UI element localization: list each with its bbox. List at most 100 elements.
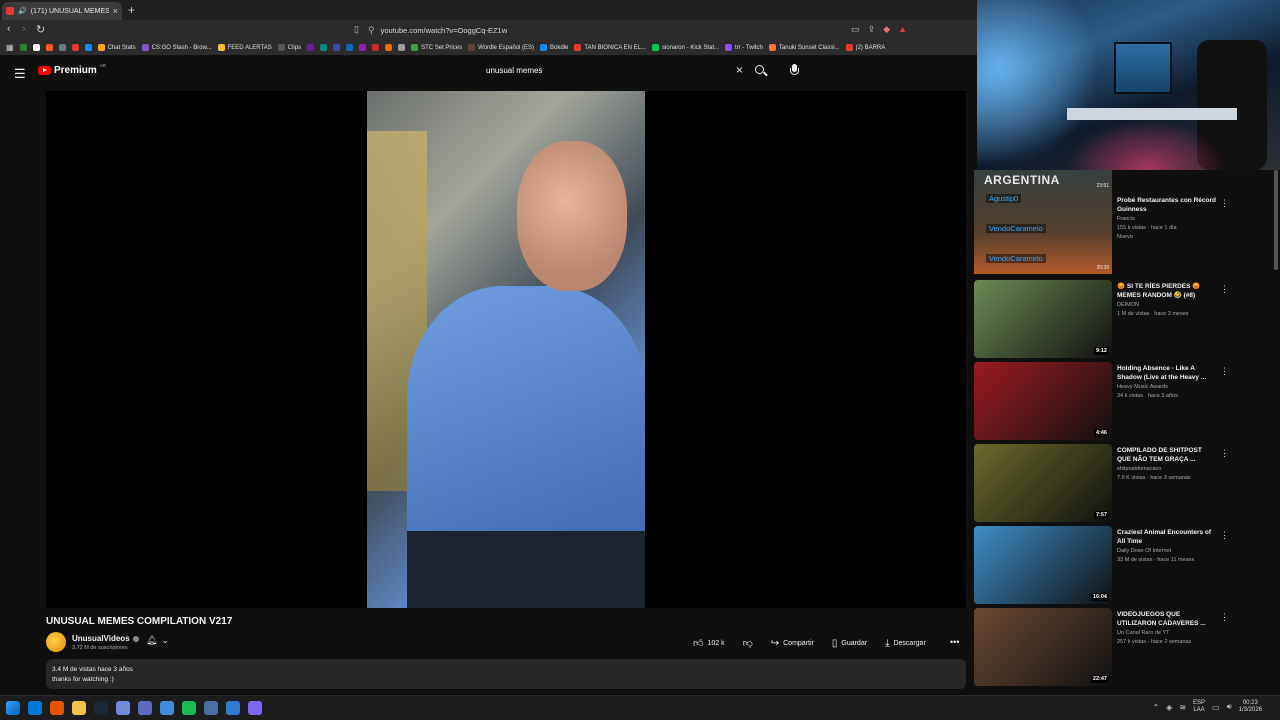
bookmark-item[interactable]: Tanuki Sunset Classi... — [768, 44, 840, 51]
recommended-channel[interactable]: Francis — [1117, 216, 1227, 222]
recommended-channel[interactable]: Heavy Music Awards — [1117, 384, 1227, 390]
bookmark-item[interactable] — [45, 44, 53, 51]
bookmark-item[interactable] — [333, 44, 341, 51]
recommended-channel[interactable]: Daily Dose Of Internet — [1117, 548, 1227, 554]
back-icon[interactable]: ‹ — [7, 23, 11, 35]
recommended-video-title[interactable]: 😡 SI TE RÍES PIERDES 😡 MEMES RANDOM 🤣 (#… — [1117, 282, 1217, 300]
bookmark-item[interactable] — [84, 44, 92, 51]
bookmark-item[interactable]: (2) BARRA — [845, 44, 885, 51]
share-button[interactable]: ↪ Compartir — [764, 634, 821, 652]
video-thumbnail[interactable]: 9:12 — [974, 280, 1112, 358]
video-thumbnail[interactable]: 7:57 — [974, 444, 1112, 522]
taskbar-app-icon[interactable] — [248, 701, 262, 715]
video-thumbnail[interactable]: 4:46 — [974, 362, 1112, 440]
display-icon[interactable]: ▭ — [1212, 703, 1220, 712]
menu-icon[interactable]: ☰ — [14, 66, 26, 82]
recommended-video-title[interactable]: Probé Restaurantes con Récord Guinness — [1117, 196, 1217, 214]
recommended-video[interactable]: 4:46 Holding Absence - Like A Shadow (Liv… — [974, 362, 1272, 440]
more-options-icon[interactable]: ⋮ — [1220, 284, 1229, 295]
windows-start-icon[interactable] — [6, 701, 20, 715]
clock[interactable]: 00:23 1/3/2026 — [1239, 700, 1262, 714]
site-info-icon[interactable]: ⚲ — [368, 25, 375, 36]
bookmark-item[interactable]: Clips — [277, 44, 301, 51]
recommended-video[interactable]: 9:12 😡 SI TE RÍES PIERDES 😡 MEMES RANDOM … — [974, 280, 1272, 358]
channel-avatar[interactable] — [46, 632, 66, 652]
bookmark-item[interactable] — [398, 44, 406, 51]
bookmark-item[interactable] — [307, 44, 315, 51]
bookmark-icon[interactable]: ▯ — [354, 24, 359, 35]
channel-name[interactable]: UnusualVideos — [72, 634, 139, 643]
video-thumbnail[interactable]: 16:04 — [974, 526, 1112, 604]
taskbar-app-icon[interactable] — [50, 701, 64, 715]
volume-icon[interactable]: 🔊︎ — [1227, 702, 1232, 712]
notifications-button[interactable]: 🔔︎ ⌄ — [146, 635, 169, 646]
bookmark-item[interactable] — [19, 44, 27, 51]
language-indicator[interactable]: ESP LAA — [1193, 700, 1205, 714]
recommended-video[interactable]: Probé Restaurantes con Récord Guinness Fr… — [974, 194, 1272, 272]
recommended-video-title[interactable]: VIDEOJUEGOS QUE UTILIZARON CADAVERES ... — [1117, 610, 1217, 628]
more-options-icon[interactable]: ⋮ — [1220, 612, 1229, 623]
search-input[interactable]: unusual memes × — [477, 61, 747, 80]
bookmark-item[interactable]: STC Set Prices — [411, 44, 462, 51]
sidebar-scrollbar[interactable] — [1274, 170, 1278, 270]
more-actions-icon[interactable]: ••• — [950, 637, 959, 647]
share-icon[interactable]: ⇪ — [868, 24, 876, 35]
youtube-logo[interactable]: Premium AR — [38, 63, 106, 76]
download-button[interactable]: ⤓ Descargar — [878, 634, 933, 652]
microphone-icon[interactable] — [790, 64, 799, 78]
taskbar-app-icon[interactable] — [116, 701, 130, 715]
alert-icon[interactable]: ▲ — [898, 24, 907, 35]
bookmark-item[interactable] — [320, 44, 328, 51]
bookmark-item[interactable]: CS:GO Stash - Brow... — [141, 44, 212, 51]
bookmark-item[interactable] — [359, 44, 367, 51]
bookmark-item[interactable]: Chat Stats — [97, 44, 136, 51]
recommended-video[interactable]: 22:47 VIDEOJUEGOS QUE UTILIZARON CADAVERE… — [974, 608, 1272, 686]
taskbar-app-icon[interactable] — [94, 701, 108, 715]
chevron-up-icon[interactable]: ⌃ — [1152, 703, 1159, 712]
dislike-button[interactable]: 👎︎ — [736, 634, 760, 652]
taskbar-app-icon[interactable] — [28, 701, 42, 715]
network-icon[interactable]: ◈ — [1166, 703, 1172, 712]
new-tab-button[interactable]: + — [128, 3, 135, 17]
address-bar[interactable]: ⚲ youtube.com/watch?v=OoggCq-EZ1w — [368, 22, 908, 38]
bookmark-item[interactable]: trr - Twitch — [725, 44, 763, 51]
close-tab-icon[interactable]: × — [113, 6, 118, 16]
bookmark-item[interactable] — [372, 44, 380, 51]
recommended-video-title[interactable]: Holding Absence - Like A Shadow (Live at… — [1117, 364, 1217, 382]
taskbar-app-icon[interactable] — [182, 701, 196, 715]
taskbar-app-icon[interactable] — [204, 701, 218, 715]
speaker-icon[interactable]: 🔊 — [18, 7, 27, 15]
wifi-icon[interactable]: ≋ — [1179, 703, 1186, 712]
clear-search-icon[interactable]: × — [736, 63, 743, 77]
taskbar-app-icon[interactable] — [72, 701, 86, 715]
recommended-video[interactable]: 7:57 COMPILADO DE SHITPOST QUE NÃO TEM GR… — [974, 444, 1272, 522]
recommended-channel[interactable]: shitpostdomacaco — [1117, 466, 1227, 472]
bookmark-item[interactable] — [32, 44, 40, 51]
reload-icon[interactable]: ↻ — [36, 23, 45, 36]
search-icon[interactable] — [753, 63, 769, 79]
video-player[interactable] — [46, 91, 966, 608]
more-options-icon[interactable]: ⋮ — [1220, 198, 1229, 209]
taskbar-app-icon[interactable] — [138, 701, 152, 715]
taskbar-app-icon[interactable] — [226, 701, 240, 715]
recommended-video-title[interactable]: Craziest Animal Encounters of All Time — [1117, 528, 1217, 546]
bookmark-item[interactable]: TAN BIONICA EN EL... — [574, 44, 646, 51]
forward-icon[interactable]: › — [22, 23, 26, 35]
more-options-icon[interactable]: ⋮ — [1220, 366, 1229, 377]
bookmark-item[interactable]: sionaron - Kick Stat... — [651, 44, 719, 51]
recommended-video[interactable]: 16:04 Craziest Animal Encounters of All T… — [974, 526, 1272, 604]
recommended-channel[interactable]: Un Canal Raro de YT — [1117, 630, 1227, 636]
bookmark-item[interactable] — [385, 44, 393, 51]
more-options-icon[interactable]: ⋮ — [1220, 530, 1229, 541]
bookmark-item[interactable]: Wordle Español (ES) — [468, 44, 534, 51]
bookmark-item[interactable] — [71, 44, 79, 51]
bookmark-item[interactable]: FEED ALERTAS — [217, 44, 272, 51]
description-box[interactable]: 3.4 M de vistas hace 3 años thanks for w… — [46, 659, 966, 689]
recommended-channel[interactable]: DEIMON — [1117, 302, 1227, 308]
bookmark-item[interactable]: Bokdle — [540, 44, 568, 51]
brave-shield-icon[interactable]: ◆ — [883, 24, 890, 35]
bookmark-item[interactable] — [346, 44, 354, 51]
save-button[interactable]: ▯ Guardar — [825, 634, 874, 652]
like-button[interactable]: 👍︎ 102 k — [686, 634, 732, 652]
bookmark-item[interactable] — [58, 44, 66, 51]
